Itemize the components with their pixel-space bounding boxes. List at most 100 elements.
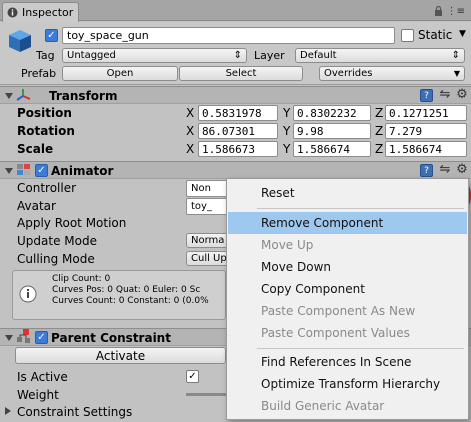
scale-y-field[interactable]: 1.586674 xyxy=(293,141,371,157)
scale-x-field[interactable]: 1.586673 xyxy=(198,141,278,157)
transform-row-label: Scale xyxy=(17,142,54,156)
rotation-z-field[interactable]: 7.279 xyxy=(385,123,467,139)
animator-foldout-icon[interactable] xyxy=(5,168,13,174)
field-value: 0.8302232 xyxy=(297,106,357,120)
axis-label-x[interactable]: X xyxy=(186,142,194,156)
gear-icon[interactable]: ⚙ xyxy=(455,88,469,102)
is-active-checkbox[interactable]: ✓ xyxy=(186,370,199,383)
tag-dropdown[interactable]: Untagged ⇕ xyxy=(62,48,247,63)
object-name-input[interactable]: toy_space_gun xyxy=(62,27,395,44)
apply-root-motion-label: Apply Root Motion xyxy=(17,216,127,230)
position-y-field[interactable]: 0.8302232 xyxy=(293,105,371,121)
info-line-curves-count: Curves Count: 0 Constant: 0 (0.0% xyxy=(52,296,209,306)
avatar-field[interactable]: toy_ xyxy=(186,198,228,215)
menu-item-build-generic-avatar: Build Generic Avatar xyxy=(228,395,467,417)
menu-item-paste-values: Paste Component Values xyxy=(228,322,467,344)
menu-separator xyxy=(257,348,464,349)
transform-row-label: Position xyxy=(17,106,72,120)
prefab-open-button[interactable]: Open xyxy=(62,66,178,81)
menu-item-move-down[interactable]: Move Down xyxy=(228,256,467,278)
menu-label: Move Up xyxy=(261,238,314,252)
axis-label-y[interactable]: Y xyxy=(283,106,290,120)
culling-mode-value: Cull Up xyxy=(191,253,227,264)
position-x-field[interactable]: 0.5831978 xyxy=(198,105,278,121)
axis-label-z[interactable]: Z xyxy=(375,124,383,138)
axis-label-z[interactable]: Z xyxy=(375,106,383,120)
more-menu-icon[interactable]: ⋮≡ xyxy=(447,6,465,19)
field-value: 7.279 xyxy=(389,124,423,138)
activate-button[interactable]: Activate xyxy=(15,347,226,364)
context-menu: Reset Remove Component Move Up Move Down… xyxy=(226,178,469,420)
update-mode-dropdown[interactable]: Norma xyxy=(186,233,228,248)
field-value: 0.1271251 xyxy=(389,106,449,120)
weight-slider[interactable] xyxy=(186,393,226,396)
presets-icon[interactable]: ⇋ xyxy=(438,88,452,102)
menu-label: Copy Component xyxy=(261,282,365,296)
menu-item-find-references[interactable]: Find References In Scene xyxy=(228,351,467,373)
tab-inspector[interactable]: Inspector xyxy=(2,2,79,22)
culling-mode-dropdown[interactable]: Cull Up xyxy=(186,251,228,266)
gameobject-cube-icon xyxy=(7,28,33,54)
overrides-dropdown[interactable]: Overrides ▼ xyxy=(319,66,465,81)
menu-item-move-up: Move Up xyxy=(228,234,467,256)
tag-label: Tag xyxy=(36,49,55,62)
scale-z-field[interactable]: 1.586674 xyxy=(385,141,467,157)
axis-label-z[interactable]: Z xyxy=(375,142,383,156)
tag-value: Untagged xyxy=(67,50,116,61)
lock-icon[interactable] xyxy=(434,5,443,19)
transform-axes-icon xyxy=(16,88,31,105)
weight-label: Weight xyxy=(17,388,59,402)
info-icon xyxy=(19,285,37,306)
tab-inspector-label: Inspector xyxy=(22,6,74,19)
animator-enabled-checkbox[interactable]: ✓ xyxy=(35,164,48,177)
static-checkbox[interactable] xyxy=(401,29,414,42)
controller-value: Non xyxy=(191,183,211,194)
axis-label-x[interactable]: X xyxy=(186,106,194,120)
help-icon[interactable]: ? xyxy=(420,164,433,177)
axis-label-y[interactable]: Y xyxy=(283,124,290,138)
parent-constraint-foldout-icon[interactable] xyxy=(5,335,13,341)
controller-field[interactable]: Non xyxy=(186,180,228,197)
active-checkbox[interactable]: ✓ xyxy=(45,29,58,42)
gear-icon[interactable]: ⚙ xyxy=(455,163,469,177)
transform-row-label: Rotation xyxy=(17,124,75,138)
layer-label: Layer xyxy=(254,49,285,62)
constraint-settings-label[interactable]: Constraint Settings xyxy=(17,405,132,419)
position-z-field[interactable]: 0.1271251 xyxy=(385,105,467,121)
overrides-label: Overrides xyxy=(324,68,373,79)
menu-item-reset[interactable]: Reset xyxy=(228,182,467,204)
help-icon[interactable]: ? xyxy=(420,89,433,102)
menu-label: Paste Component Values xyxy=(261,326,410,340)
rotation-y-field[interactable]: 9.98 xyxy=(293,123,371,139)
inspector-info-icon xyxy=(7,7,18,18)
window-controls: ⋮≡ xyxy=(434,5,465,19)
transform-foldout-icon[interactable] xyxy=(5,93,13,99)
field-value: 1.586674 xyxy=(389,142,442,156)
controller-label: Controller xyxy=(17,181,77,195)
menu-item-paste-as-new: Paste Component As New xyxy=(228,300,467,322)
avatar-label: Avatar xyxy=(17,199,56,213)
updown-arrow-icon: ⇕ xyxy=(233,50,242,61)
layer-dropdown[interactable]: Default ⇕ xyxy=(295,48,465,63)
axis-label-y[interactable]: Y xyxy=(283,142,290,156)
parent-constraint-enabled-checkbox[interactable]: ✓ xyxy=(35,331,48,344)
presets-icon[interactable]: ⇋ xyxy=(438,163,452,177)
menu-item-copy-component[interactable]: Copy Component xyxy=(228,278,467,300)
prefab-select-button[interactable]: Select xyxy=(179,66,303,81)
layer-value: Default xyxy=(300,50,337,61)
menu-item-remove-component[interactable]: Remove Component xyxy=(228,212,467,234)
object-name-value: toy_space_gun xyxy=(67,29,149,42)
updown-arrow-icon: ⇕ xyxy=(451,50,460,61)
animator-title: Animator xyxy=(51,164,114,178)
menu-item-optimize-hierarchy[interactable]: Optimize Transform Hierarchy xyxy=(228,373,467,395)
select-label: Select xyxy=(225,68,257,79)
axis-label-x[interactable]: X xyxy=(186,124,194,138)
prefab-label: Prefab xyxy=(21,67,57,80)
constraint-settings-foldout-icon[interactable] xyxy=(5,407,11,415)
static-label: Static xyxy=(418,28,453,42)
rotation-x-field[interactable]: 86.07301 xyxy=(198,123,278,139)
static-dropdown-icon[interactable]: ▼ xyxy=(459,29,466,39)
animator-component-icon xyxy=(17,164,31,179)
menu-label: Build Generic Avatar xyxy=(261,399,385,413)
dropdown-arrow-icon: ▼ xyxy=(453,69,460,78)
